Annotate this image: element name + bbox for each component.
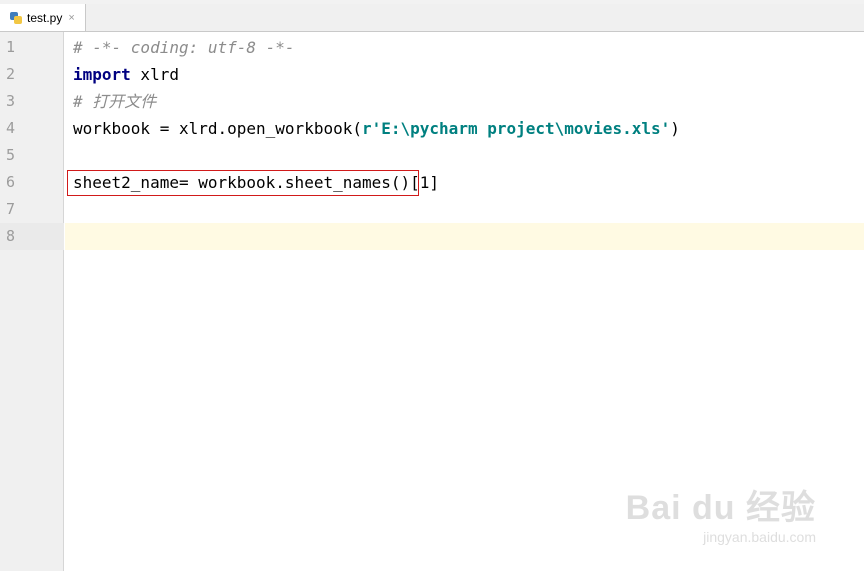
line-number: 8 xyxy=(6,227,16,245)
highlight-box xyxy=(67,170,419,196)
code-text: workbook = xlrd.open_workbook( xyxy=(73,119,362,138)
editor-tab-bar: test.py × xyxy=(0,4,864,32)
line-number: 1 xyxy=(6,38,16,56)
line-number: 2 xyxy=(6,65,16,83)
tab-label: test.py xyxy=(27,10,63,25)
watermark-logo: Bai du 经验 xyxy=(625,489,816,527)
line-number: 5 xyxy=(6,146,16,164)
close-icon[interactable]: × xyxy=(68,12,74,24)
code-line-3[interactable]: # 打开文件 xyxy=(73,88,156,115)
tab-test-py[interactable]: test.py × xyxy=(0,4,86,31)
code-text: xlrd xyxy=(130,65,179,84)
keyword-token: import xyxy=(73,65,131,84)
comment-token: # -*- coding: utf-8 -*- xyxy=(73,38,295,57)
string-token: r'E:\pycharm project\movies.xls' xyxy=(361,119,671,138)
code-line-1[interactable]: # -*- coding: utf-8 -*- xyxy=(73,34,295,61)
line-number: 4 xyxy=(6,119,16,137)
line-number: 7 xyxy=(6,200,16,218)
python-file-icon xyxy=(9,11,23,25)
current-line-highlight xyxy=(65,223,864,250)
code-text: ) xyxy=(670,119,680,138)
comment-token: # 打开文件 xyxy=(73,92,157,111)
code-line-2[interactable]: import xlrd xyxy=(73,61,179,88)
watermark-url: jingyan.baidu.com xyxy=(703,529,816,545)
code-line-4[interactable]: workbook = xlrd.open_workbook(r'E:\pycha… xyxy=(73,115,680,142)
line-number: 6 xyxy=(6,173,16,191)
line-number: 3 xyxy=(6,92,16,110)
watermark: Bai du 经验 jingyan.baidu.com xyxy=(626,480,816,545)
